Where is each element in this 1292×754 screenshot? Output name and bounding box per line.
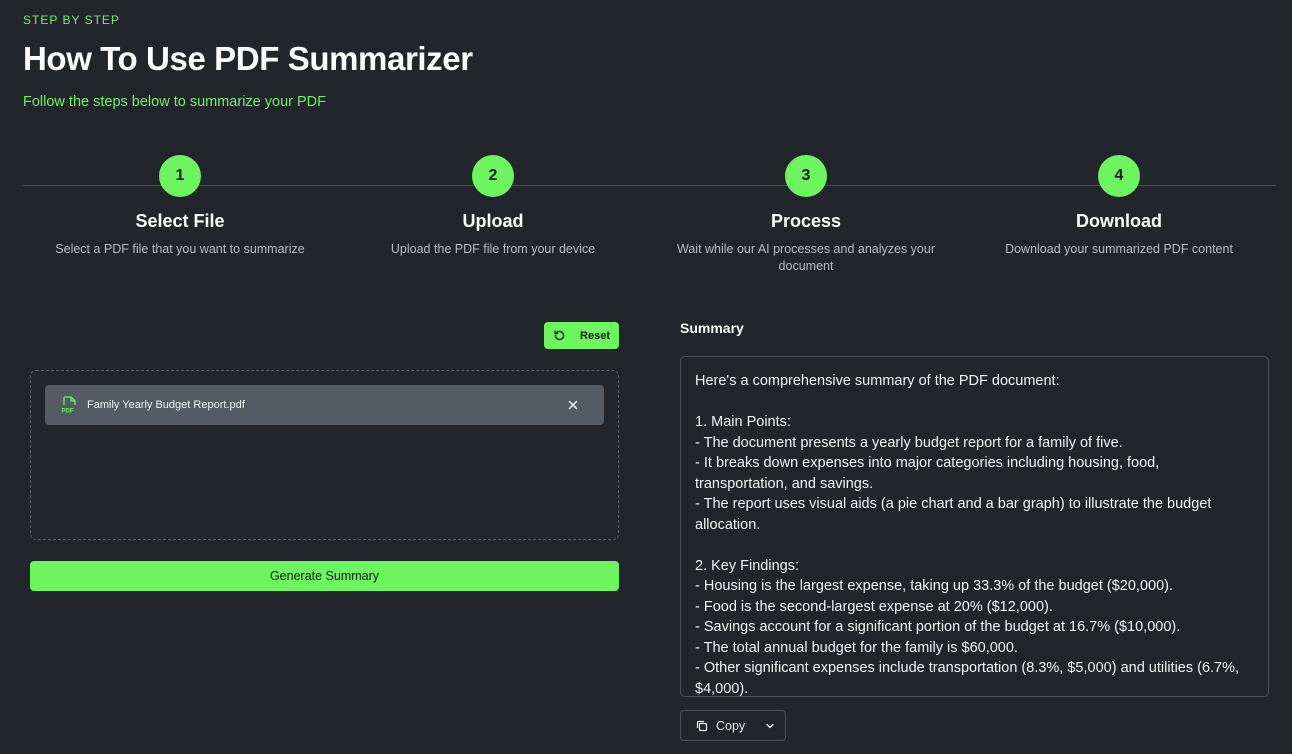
copy-button[interactable]: Copy: [680, 710, 786, 741]
page: STEP BY STEP How To Use PDF Summarizer F…: [0, 0, 1292, 754]
eyebrow-label: STEP BY STEP: [23, 13, 120, 27]
step-title: Download: [1076, 211, 1162, 231]
step-upload: 2 Upload Upload the PDF file from your d…: [343, 155, 643, 258]
chevron-down-icon: [766, 723, 774, 728]
step-description: Upload the PDF file from your device: [390, 242, 596, 256]
file-dropzone[interactable]: PDF Family Yearly Budget Report.pdf: [30, 370, 619, 540]
step-title: Process: [770, 211, 842, 231]
step-description: Download your summarized PDF content: [1005, 242, 1233, 256]
step-number-badge: 4: [1098, 155, 1140, 197]
generate-summary-button[interactable]: Generate Summary: [30, 561, 619, 591]
pdf-icon: PDF: [62, 396, 76, 415]
reset-label: Reset: [580, 329, 610, 342]
summary-text: Here's a comprehensive summary of the PD…: [695, 373, 1240, 697]
close-icon: [568, 400, 578, 410]
step-download: 4 Download Download your summarized PDF …: [969, 155, 1269, 258]
step-process: 3 Process Wait while our AI processes an…: [656, 155, 956, 275]
svg-text:PDF: PDF: [62, 409, 74, 415]
step-number-badge: 3: [785, 155, 827, 197]
reset-button[interactable]: Reset: [544, 322, 619, 349]
page-title: How To Use PDF Summarizer: [23, 40, 473, 77]
step-number-badge: 1: [159, 155, 201, 197]
summary-heading: Summary: [680, 320, 744, 336]
summary-output[interactable]: Here's a comprehensive summary of the PD…: [680, 356, 1269, 697]
step-description: Wait while our AI processes and analyzes…: [677, 242, 935, 273]
page-subtitle: Follow the steps below to summarize your…: [23, 94, 326, 110]
step-description: Select a PDF file that you want to summa…: [55, 242, 305, 256]
reset-icon: [554, 330, 565, 341]
step-select-file: 1 Select File Select a PDF file that you…: [30, 155, 330, 258]
selected-file-chip: PDF Family Yearly Budget Report.pdf: [45, 385, 604, 425]
step-title: Upload: [462, 211, 524, 231]
step-title: Select File: [135, 211, 225, 231]
remove-file-button[interactable]: [564, 396, 582, 414]
step-number-badge: 2: [472, 155, 514, 197]
copy-label: Copy: [716, 718, 746, 733]
copy-icon: [696, 720, 708, 731]
file-name: Family Yearly Budget Report.pdf: [87, 399, 245, 411]
